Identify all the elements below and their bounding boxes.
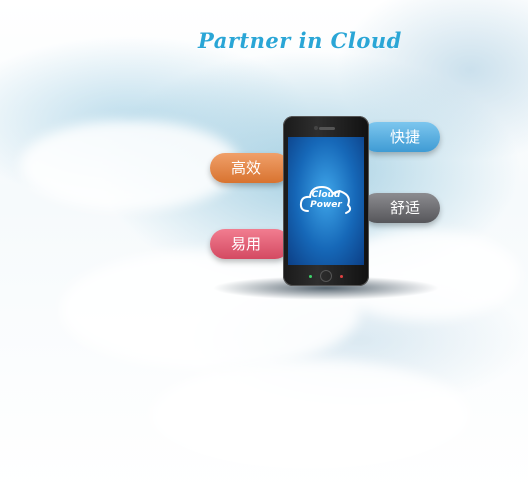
cloud-decoration <box>20 120 240 210</box>
feature-label: 高效 <box>230 159 261 177</box>
feature-pill-gaoxiao: 高效 <box>210 153 290 183</box>
cloud-decoration <box>150 360 470 470</box>
home-button <box>320 270 332 282</box>
tagline: Partner in Cloud <box>198 28 402 53</box>
logo-text-line2: Power <box>310 200 342 210</box>
feature-label: 舒适 <box>389 199 420 217</box>
feature-pill-kuaijie: 快捷 <box>362 122 440 152</box>
indicator-light-red <box>340 275 343 278</box>
indicator-light-green <box>309 275 312 278</box>
smartphone-image: Cloud Power <box>283 116 369 286</box>
feature-label: 快捷 <box>389 128 420 146</box>
cloud-power-logo: Cloud Power <box>298 177 354 221</box>
logo-text-line1: Cloud <box>311 190 341 200</box>
feature-pill-yiyong: 易用 <box>210 229 290 259</box>
feature-pill-shushi: 舒适 <box>362 193 440 223</box>
hero-banner: Partner in Cloud 快捷 高效 舒适 易用 Cloud Power <box>0 0 528 492</box>
speaker-grille <box>319 127 335 130</box>
feature-label: 易用 <box>230 235 261 253</box>
phone-screen: Cloud Power <box>288 137 364 265</box>
camera-icon <box>314 126 318 130</box>
